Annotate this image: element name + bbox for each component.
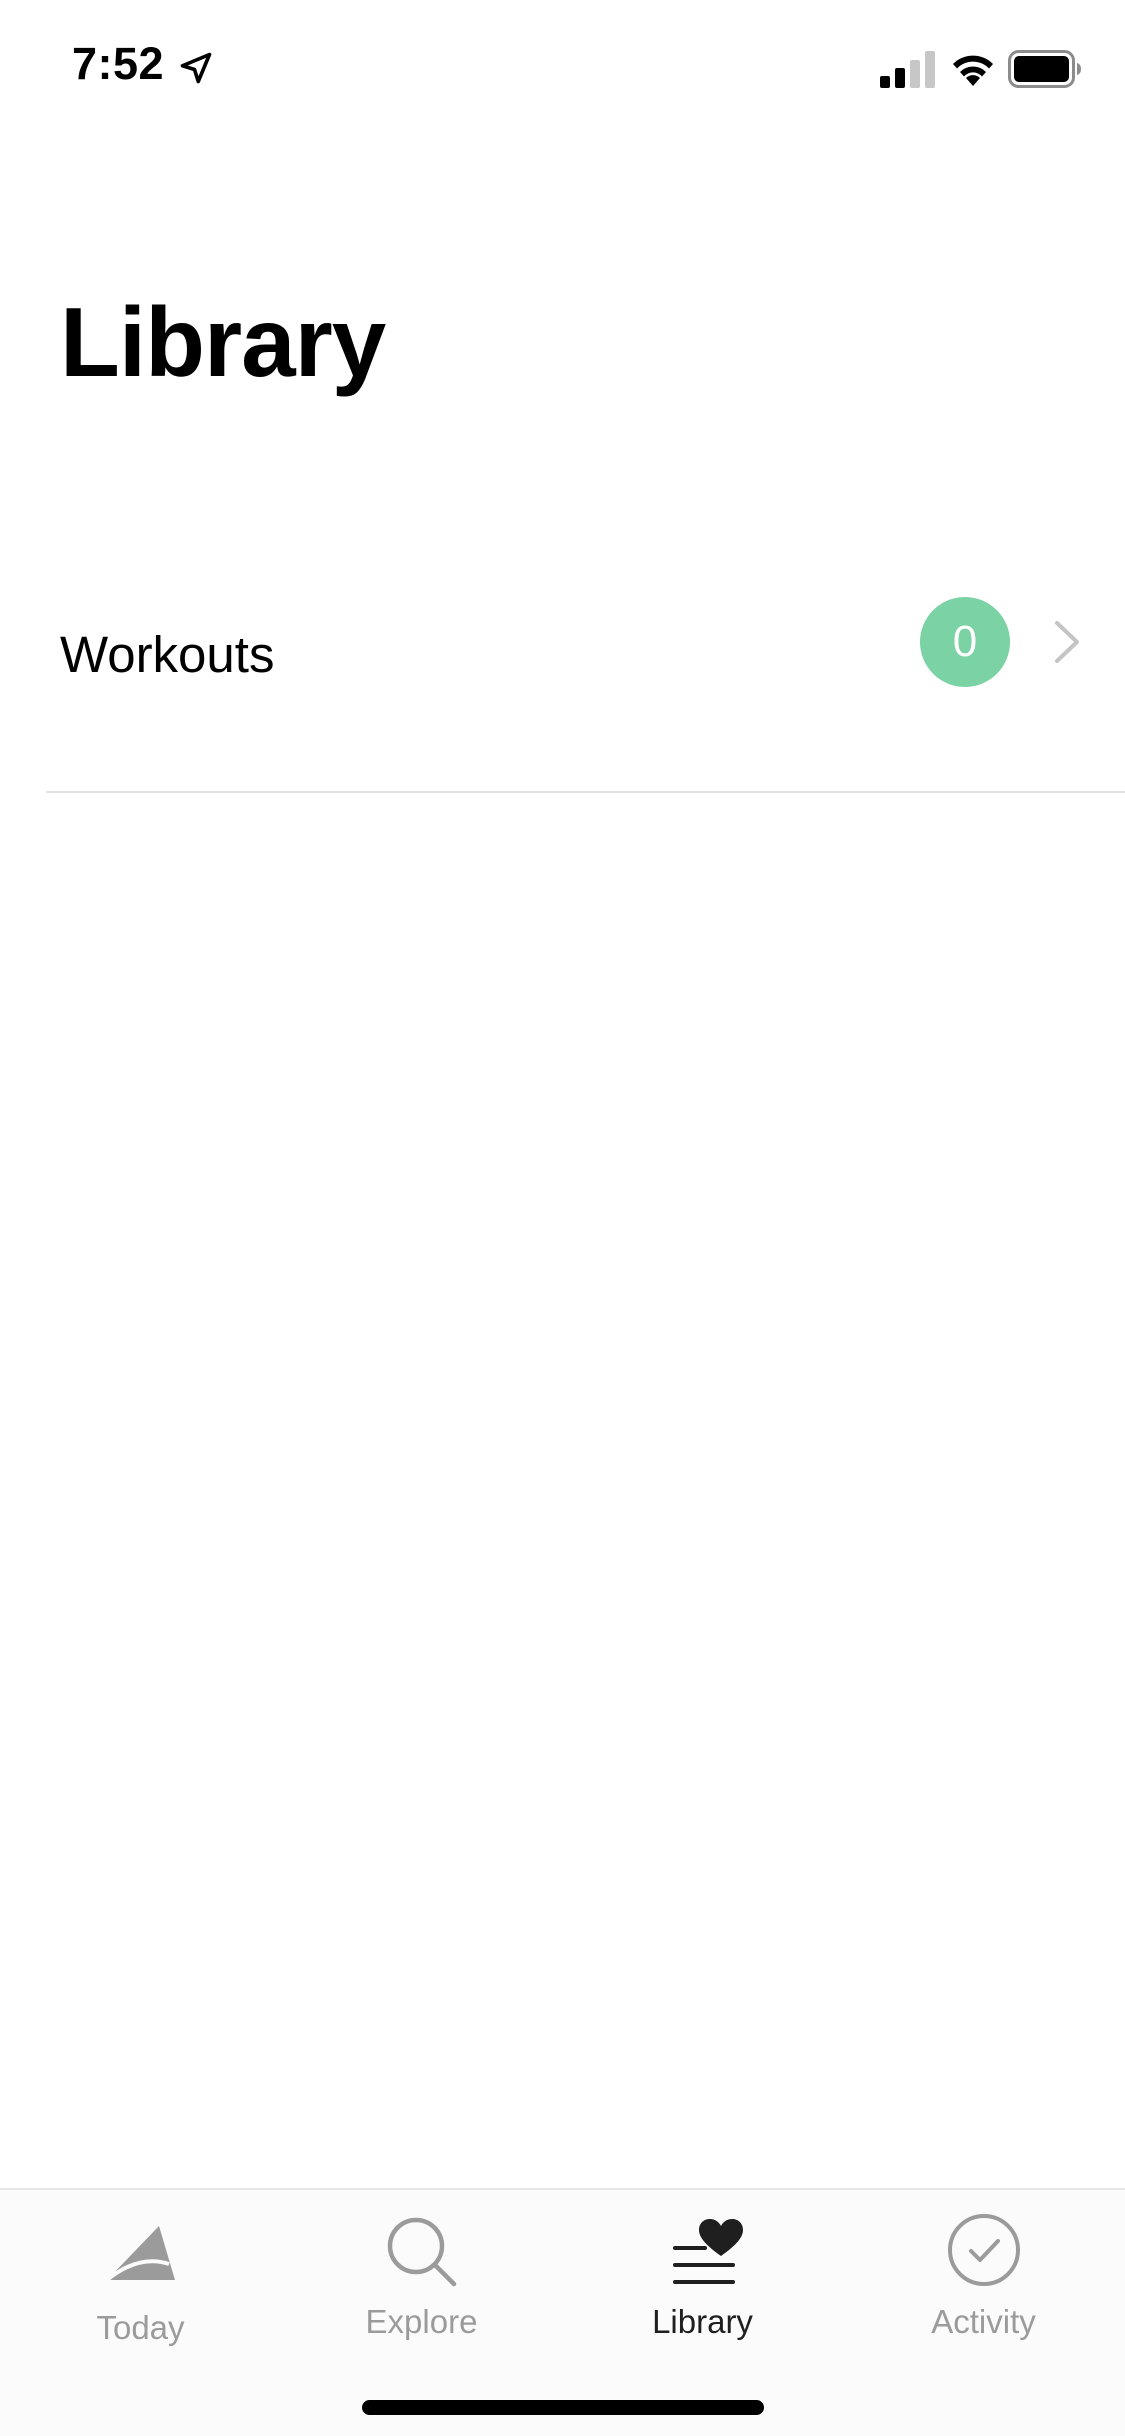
library-heart-icon bbox=[672, 2219, 743, 2284]
tab-activity[interactable]: Activity bbox=[843, 2190, 1124, 2360]
tab-label-library: Library bbox=[652, 2303, 753, 2340]
check-circle-icon bbox=[947, 2214, 1020, 2286]
row-divider bbox=[46, 791, 1125, 793]
search-icon bbox=[387, 2217, 456, 2287]
workouts-label: Workouts bbox=[60, 626, 275, 683]
page-title: Library bbox=[60, 287, 386, 397]
tab-today[interactable]: Today bbox=[0, 2190, 281, 2360]
library-screen: 7:52 Library Workouts 0 Today Explore Li… bbox=[0, 0, 1125, 2436]
today-mountain-icon bbox=[105, 2226, 175, 2282]
cellular-signal-icon bbox=[880, 51, 935, 88]
tab-library[interactable]: Library bbox=[562, 2190, 843, 2360]
status-bar: 7:52 bbox=[0, 0, 1125, 132]
battery-icon bbox=[1008, 50, 1081, 88]
tab-label-explore: Explore bbox=[365, 2303, 478, 2340]
chevron-right-icon bbox=[1055, 621, 1079, 663]
tab-explore[interactable]: Explore bbox=[281, 2190, 562, 2360]
tab-bar: Today Explore Library Activity bbox=[0, 2188, 1125, 2436]
tab-label-activity: Activity bbox=[931, 2303, 1036, 2340]
tab-label-today: Today bbox=[96, 2309, 185, 2346]
location-arrow-icon bbox=[180, 52, 212, 84]
workouts-row[interactable]: Workouts 0 bbox=[0, 560, 1125, 793]
workouts-count-badge: 0 bbox=[920, 597, 1010, 687]
wifi-icon bbox=[953, 55, 993, 86]
home-indicator bbox=[362, 2400, 764, 2415]
status-time: 7:52 bbox=[72, 38, 165, 89]
